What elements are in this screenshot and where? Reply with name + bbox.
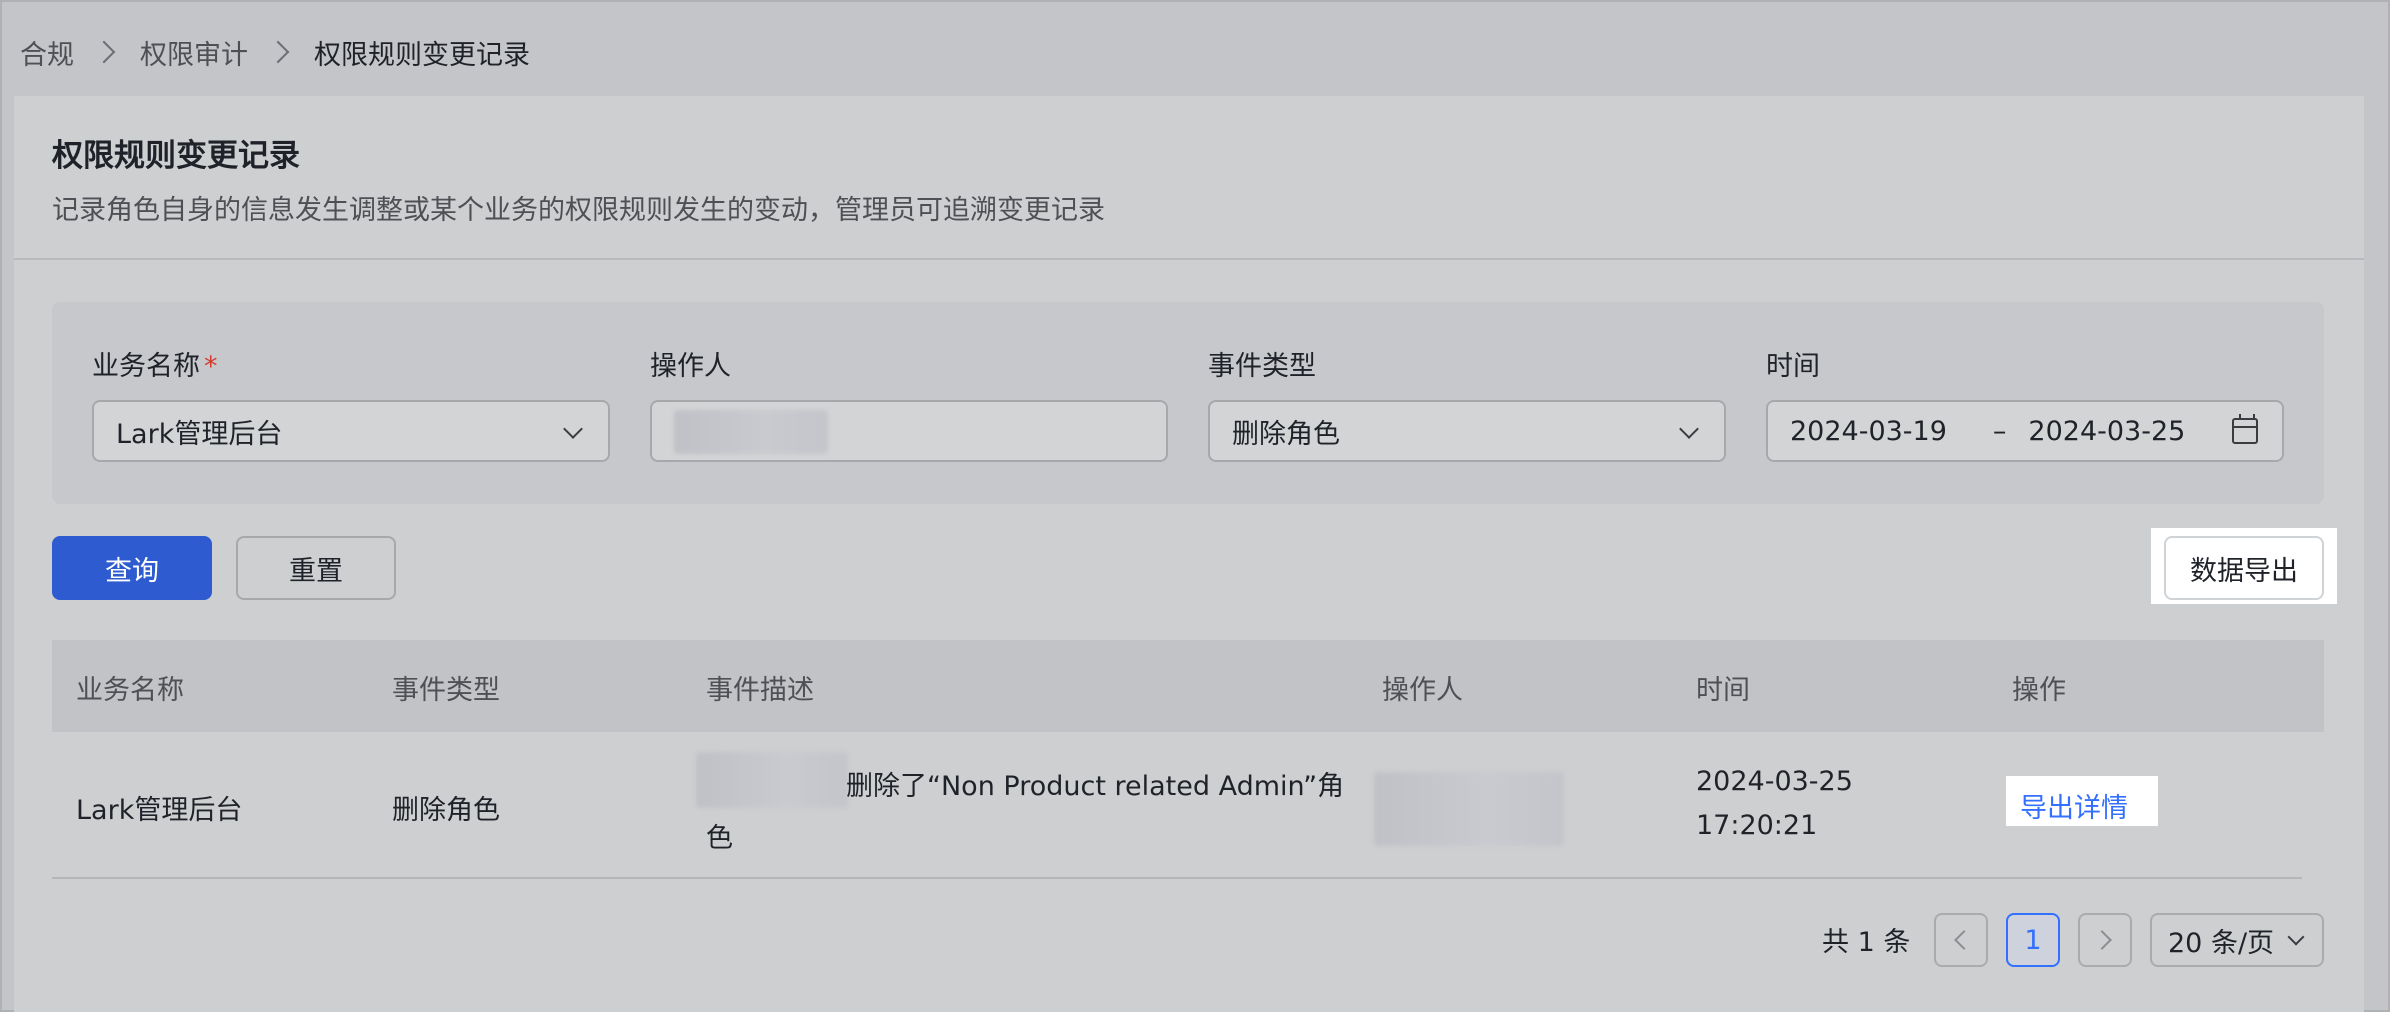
time-label: 时间 (1766, 351, 1820, 382)
cell-business: Lark管理后台 (76, 795, 243, 826)
column-header-event-type: 事件类型 (392, 675, 500, 706)
reset-button[interactable]: 重置 (236, 536, 396, 600)
page-size-value: 20 条/页 (2168, 927, 2275, 959)
event-type-select[interactable]: 删除角色 (1208, 400, 1726, 462)
redacted-user-in-description (696, 752, 848, 808)
business-name-value: Lark管理后台 (116, 418, 283, 450)
business-name-select[interactable]: Lark管理后台 (92, 400, 610, 462)
breadcrumb-item-current: 权限规则变更记录 (314, 39, 530, 71)
breadcrumb-item-permission-audit[interactable]: 权限审计 (140, 33, 248, 72)
chevron-down-icon (563, 419, 583, 439)
chevron-down-icon (1679, 419, 1699, 439)
page-description: 记录角色自身的信息发生调整或某个业务的权限规则发生的变动，管理员可追溯变更记录 (52, 195, 1105, 226)
row-divider (52, 877, 2302, 879)
next-page-button[interactable] (2078, 913, 2132, 967)
event-type-value: 删除角色 (1232, 418, 1340, 450)
start-date[interactable]: 2024-03-19 (1790, 416, 1947, 447)
column-header-operator: 操作人 (1382, 675, 1463, 706)
chevron-down-icon (2287, 928, 2305, 946)
prev-page-button[interactable] (1934, 913, 1988, 967)
operator-input[interactable] (650, 400, 1168, 462)
event-type-label: 事件类型 (1208, 351, 1316, 382)
redacted-operator-cell (1374, 772, 1564, 846)
calendar-icon[interactable] (2232, 414, 2258, 444)
chevron-right-icon (92, 40, 116, 64)
breadcrumb: 合规 权限审计 权限规则变更记录 (20, 30, 530, 74)
chevron-right-icon (266, 40, 290, 64)
export-data-button[interactable]: 数据导出 (2164, 536, 2324, 600)
date-range-picker[interactable]: 2024-03-19 – 2024-03-25 (1766, 400, 2284, 462)
column-header-time: 时间 (1696, 675, 1750, 706)
breadcrumb-item-compliance[interactable]: 合规 (20, 33, 74, 72)
cell-date: 2024-03-25 (1696, 766, 1853, 797)
redacted-operator (674, 410, 828, 454)
page-number-current[interactable]: 1 (2006, 913, 2060, 967)
export-details-link[interactable]: 导出详情 (2020, 786, 2128, 825)
end-date[interactable]: 2024-03-25 (2028, 416, 2185, 447)
cell-description-line1: 删除了“Non Product related Admin”角 (846, 771, 1345, 802)
operator-label: 操作人 (650, 351, 731, 382)
total-count: 共 1 条 (1822, 927, 1911, 958)
cell-time: 17:20:21 (1696, 810, 1818, 841)
page-size-select[interactable]: 20 条/页 (2150, 913, 2324, 967)
header-divider (14, 258, 2364, 260)
column-header-action: 操作 (2012, 675, 2066, 706)
page-title: 权限规则变更记录 (52, 138, 300, 174)
cell-description-line2: 色 (706, 823, 733, 854)
column-header-business: 业务名称 (76, 675, 184, 706)
column-header-description: 事件描述 (706, 675, 814, 706)
required-mark: * (204, 351, 218, 382)
chevron-right-icon (2092, 930, 2112, 950)
cell-event-type: 删除角色 (392, 795, 500, 826)
chevron-left-icon (1954, 930, 1974, 950)
business-name-label: 业务名称 * (92, 351, 218, 382)
query-button[interactable]: 查询 (52, 536, 212, 600)
date-separator: – (1992, 415, 2007, 447)
